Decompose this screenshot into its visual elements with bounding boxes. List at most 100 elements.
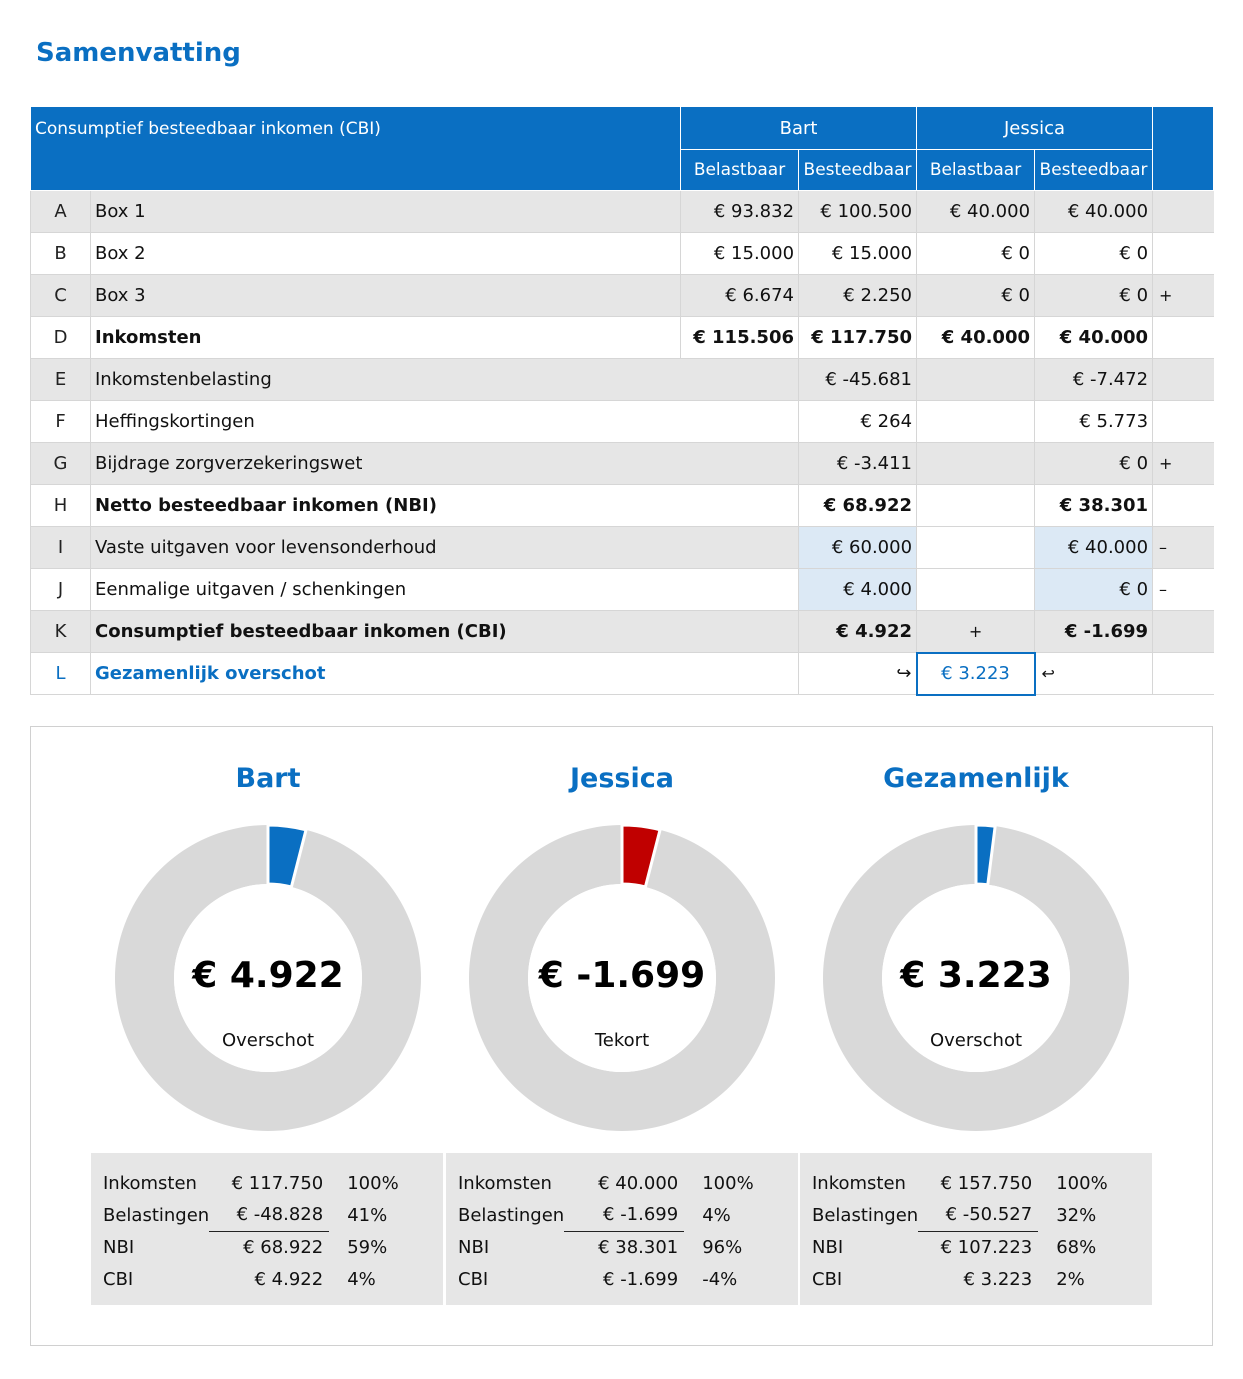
stats-key: Inkomsten xyxy=(458,1172,552,1194)
donut-caption: Overschot xyxy=(929,1030,1023,1051)
side-cell xyxy=(1152,316,1214,359)
donut-value: € 4.922 xyxy=(192,955,344,996)
row-label: Heffingskortingen xyxy=(90,400,800,443)
stats-key: Inkomsten xyxy=(812,1172,906,1194)
stats-key: NBI xyxy=(458,1236,490,1258)
chart-title: Bart xyxy=(235,763,301,794)
row-letter: C xyxy=(30,274,91,317)
row-label: Bijdrage zorgverzekeringswet xyxy=(90,442,800,485)
stats-row: CBI € 4.922 4% xyxy=(103,1263,399,1295)
table-row: L Gezamenlijk overschot ↪ € 3.223 ↩ xyxy=(30,651,1214,696)
row-label: Inkomstenbelasting xyxy=(90,358,800,401)
bart-taxable-cell[interactable]: € 93.832 xyxy=(680,190,800,233)
stats-value: € 157.750 xyxy=(940,1172,1033,1194)
row-label: Netto besteedbaar inkomen (NBI) xyxy=(90,484,800,527)
stats-box-jessica: Inkomsten € 40.000 100% Belastingen € -1.69… xyxy=(446,1153,798,1305)
stats-row: Inkomsten € 157.750 100% xyxy=(812,1167,1108,1199)
side-cell xyxy=(1152,400,1214,443)
stats-value: € 3.223 xyxy=(963,1268,1033,1290)
stats-row: CBI € -1.699 -4% xyxy=(458,1263,754,1295)
donut-value: € 3.223 xyxy=(900,955,1052,996)
table-row: J Eenmalige uitgaven / schenkingen € 4.0… xyxy=(30,568,1214,611)
stats-value: € -48.828 xyxy=(209,1199,330,1232)
bart-spendable-cell[interactable]: € 15.000 xyxy=(798,232,918,275)
bart-spendable-cell[interactable]: € 100.500 xyxy=(798,190,918,233)
stats-percent: 32% xyxy=(1056,1204,1097,1226)
row-label: Box 2 xyxy=(90,232,682,275)
row-label: Gezamenlijk overschot xyxy=(90,652,800,695)
bart-spendable-cell: € 68.922 xyxy=(798,484,918,527)
bart-taxable-cell[interactable]: € 6.674 xyxy=(680,274,800,317)
header-bart-taxable: Belastbaar xyxy=(680,149,800,191)
jessica-taxable-cell[interactable]: € 0 xyxy=(916,274,1036,317)
row-letter: J xyxy=(30,568,91,611)
bart-fixed-expenses-input[interactable]: € 60.000 xyxy=(798,526,918,569)
summary-table: Consumptief besteedbaar inkomen (CBI) Ba… xyxy=(29,106,1215,696)
table-row: C Box 3 € 6.674 € 2.250 € 0 € 0 + xyxy=(30,274,1214,317)
jessica-cbi-cell: € -1.699 xyxy=(1034,610,1154,653)
stats-key: CBI xyxy=(458,1268,489,1290)
stats-percent: 2% xyxy=(1056,1268,1085,1290)
stats-percent: 100% xyxy=(1056,1172,1108,1194)
side-cell xyxy=(1152,484,1214,527)
table-row: I Vaste uitgaven voor levensonderhoud € … xyxy=(30,526,1214,569)
jessica-spendable-cell[interactable]: € 40.000 xyxy=(1034,190,1154,233)
stats-box-joint: Inkomsten € 157.750 100% Belastingen € -50.… xyxy=(800,1153,1152,1305)
stats-percent: 4% xyxy=(702,1204,731,1226)
jessica-spendable-cell[interactable]: € 0 xyxy=(1034,232,1154,275)
jessica-taxable-cell[interactable]: € 40.000 xyxy=(916,190,1036,233)
row-label: Inkomsten xyxy=(90,316,682,359)
stats-percent: 100% xyxy=(347,1172,399,1194)
stats-value: € 40.000 xyxy=(598,1172,679,1194)
stats-value: € 68.922 xyxy=(243,1236,324,1258)
row-letter: B xyxy=(30,232,91,275)
jessica-spendable-cell: € 0 xyxy=(1034,442,1154,485)
row-letter: K xyxy=(30,610,91,653)
stats-percent: 41% xyxy=(347,1204,388,1226)
empty-cell xyxy=(916,568,1036,611)
plus-sign: + xyxy=(1152,274,1214,317)
bart-taxable-cell[interactable]: € 15.000 xyxy=(680,232,800,275)
row-letter: G xyxy=(30,442,91,485)
stats-percent: -4% xyxy=(702,1268,738,1290)
bart-spendable-cell: € 117.750 xyxy=(798,316,918,359)
charts-panel: Bart € 4.922 Overschot Jessica € -1.699 … xyxy=(30,726,1213,1346)
empty-cell xyxy=(916,442,1036,485)
jessica-spendable-cell[interactable]: € 0 xyxy=(1034,274,1154,317)
stats-row: NBI € 107.223 68% xyxy=(812,1231,1108,1263)
return-arrow-icon: ↪ xyxy=(798,652,918,695)
row-letter: I xyxy=(30,526,91,569)
stats-row: Inkomsten € 117.750 100% xyxy=(103,1167,399,1199)
stats-row: Belastingen € -1.699 4% xyxy=(458,1199,754,1232)
stats-key: Belastingen xyxy=(812,1204,919,1226)
empty-cell xyxy=(916,484,1036,527)
donut-caption: Overschot xyxy=(221,1030,315,1051)
side-cell xyxy=(1152,232,1214,275)
minus-sign: – xyxy=(1152,568,1214,611)
empty-cell xyxy=(916,526,1036,569)
stats-value: € 38.301 xyxy=(598,1236,679,1258)
stats-key: Belastingen xyxy=(458,1204,565,1226)
jessica-taxable-cell[interactable]: € 0 xyxy=(916,232,1036,275)
table-row: E Inkomstenbelasting € -45.681 € -7.472 xyxy=(30,358,1214,401)
bart-one-off-expenses-input[interactable]: € 4.000 xyxy=(798,568,918,611)
stats-value: € 117.750 xyxy=(231,1172,324,1194)
stats-row: NBI € 38.301 96% xyxy=(458,1231,754,1263)
plus-sign: + xyxy=(916,610,1036,653)
stats-key: Inkomsten xyxy=(103,1172,197,1194)
bart-spendable-cell: € -3.411 xyxy=(798,442,918,485)
chart-title: Jessica xyxy=(570,763,674,794)
stats-key: CBI xyxy=(103,1268,134,1290)
jessica-taxable-cell: € 40.000 xyxy=(916,316,1036,359)
bart-taxable-cell: € 115.506 xyxy=(680,316,800,359)
jessica-spendable-cell: € 38.301 xyxy=(1034,484,1154,527)
jessica-one-off-expenses-input[interactable]: € 0 xyxy=(1034,568,1154,611)
side-cell xyxy=(1152,610,1214,653)
stats-percent: 96% xyxy=(702,1236,743,1258)
bart-spendable-cell[interactable]: € 2.250 xyxy=(798,274,918,317)
table-row: B Box 2 € 15.000 € 15.000 € 0 € 0 xyxy=(30,232,1214,275)
row-label: Consumptief besteedbaar inkomen (CBI) xyxy=(90,610,800,653)
bart-spendable-cell: € -45.681 xyxy=(798,358,918,401)
jessica-fixed-expenses-input[interactable]: € 40.000 xyxy=(1034,526,1154,569)
row-label: Eenmalige uitgaven / schenkingen xyxy=(90,568,800,611)
